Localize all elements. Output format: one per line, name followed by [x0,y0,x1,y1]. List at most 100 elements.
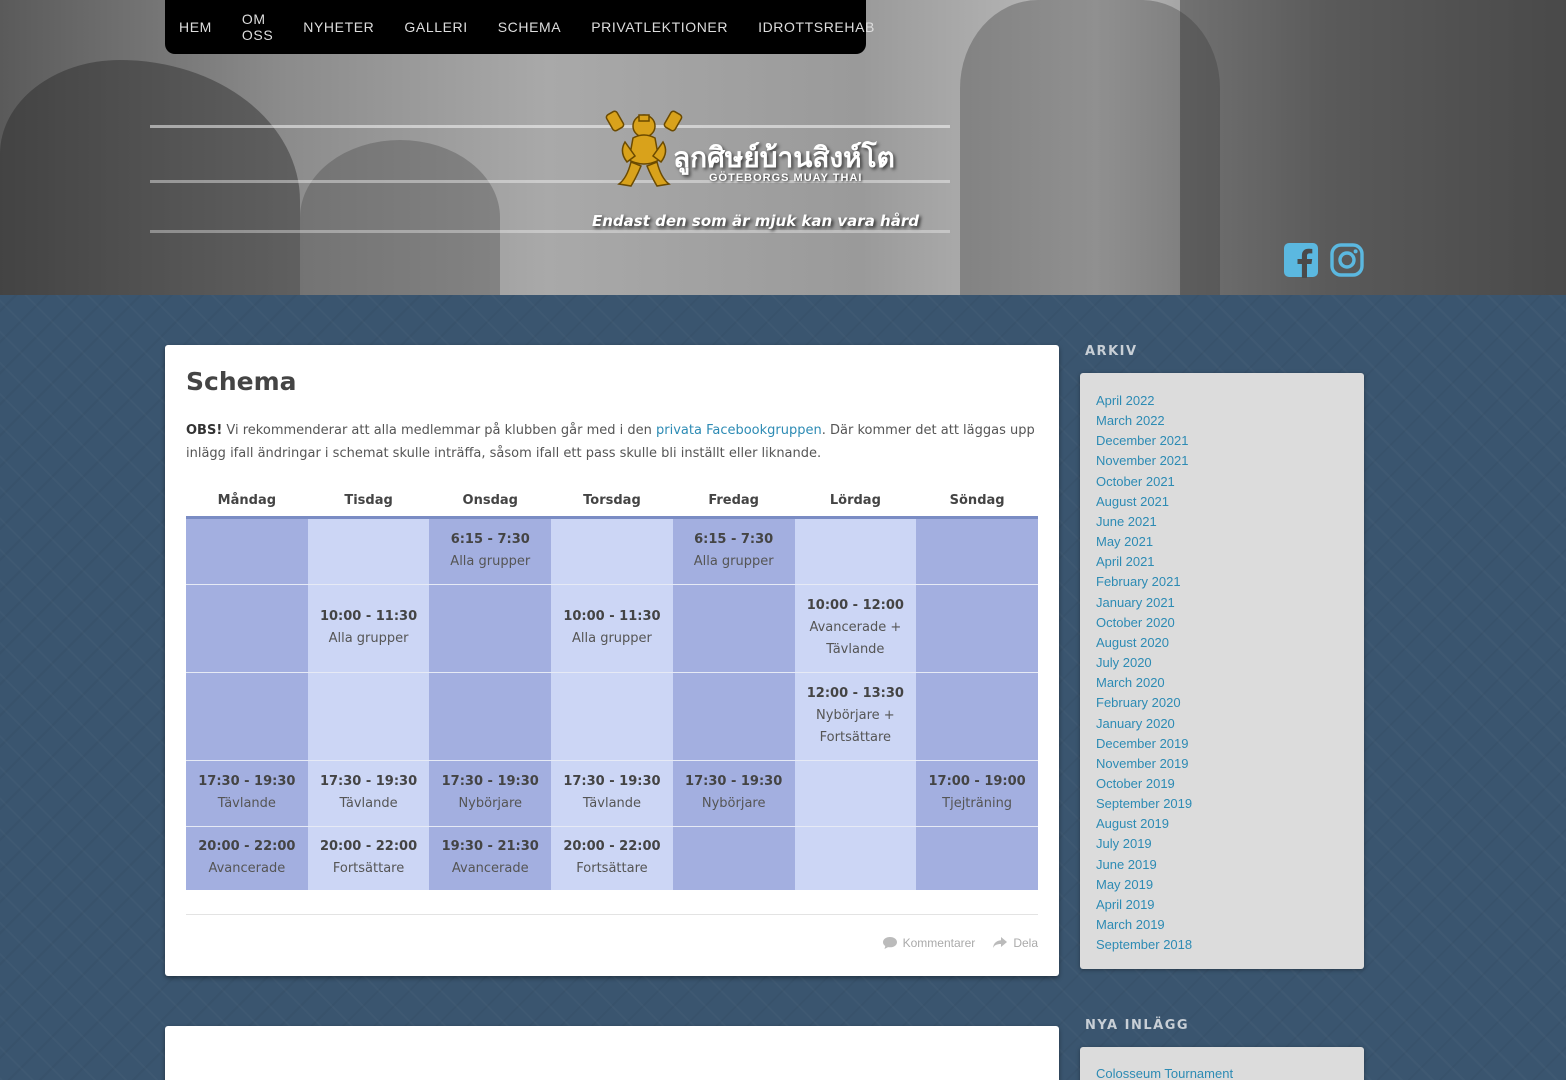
day-header: Torsdag [551,485,673,519]
archive-link[interactable]: February 2021 [1096,574,1181,589]
schedule-row: 10:00 - 11:30 Alla grupper 10:00 - 11:30 Al… [186,583,1038,672]
schedule-cell: 20:00 - 22:00 Fortsättare [551,825,673,890]
schedule-cell [794,825,917,890]
intro-text: OBS! Vi rekommenderar att alla medlemmar… [186,419,1038,465]
class-group: Alla grupper [693,554,774,569]
archive-link[interactable]: August 2019 [1096,816,1169,831]
class-time: 12:00 - 13:30 [806,686,904,701]
schedule-cell: 17:30 - 19:30 Tävlande [307,759,430,826]
archive-link[interactable]: October 2021 [1096,474,1175,489]
archive-link[interactable]: April 2021 [1096,554,1155,569]
facebook-group-link[interactable]: privata Facebookgruppen [656,423,822,438]
archive-item: July 2020 [1096,653,1364,673]
logo-subtitle: GÖTEBORGS MUAY THAI [709,172,863,184]
nav-item-galleri[interactable]: GALLERI [404,19,467,35]
class-group: Nybörjare + Fortsättare [816,708,895,745]
archive-link[interactable]: September 2018 [1096,937,1192,952]
class-group: Nybörjare [458,796,523,811]
day-header: Söndag [916,485,1038,519]
class-group: Fortsättare [576,861,648,877]
archive-item: March 2020 [1096,673,1364,693]
schedule-cell [916,671,1038,760]
share-icon [993,937,1008,948]
nav-item-schema[interactable]: SCHEMA [498,19,562,35]
archive-link[interactable]: March 2022 [1096,413,1165,428]
schedule-cell [186,516,308,584]
schedule-cell [551,516,673,584]
archive-link[interactable]: October 2019 [1096,776,1175,791]
archive-item: February 2021 [1096,572,1364,592]
archive-item: October 2019 [1096,774,1364,794]
archive-link[interactable]: January 2020 [1096,716,1175,731]
archive-link[interactable]: February 2020 [1096,695,1181,710]
archive-link[interactable]: August 2020 [1096,635,1169,650]
schedule-cell: 17:30 - 19:30 Nybörjare [672,759,795,826]
class-time: 10:00 - 11:30 [319,609,418,624]
archive-item: November 2019 [1096,754,1364,774]
class-time: 17:30 - 19:30 [319,774,418,789]
recent-post-link[interactable]: Colosseum Tournament [1096,1066,1233,1080]
schedule-cell: 20:00 - 22:00 Avancerade [186,825,308,890]
archive-link[interactable]: January 2021 [1096,595,1175,610]
archive-item: April 2021 [1096,552,1364,572]
schedule-row: 17:30 - 19:30 Tävlande 17:30 - 19:30 Tävlan… [186,759,1038,826]
archive-link[interactable]: August 2021 [1096,494,1169,509]
archive-link[interactable]: October 2020 [1096,615,1175,630]
facebook-icon[interactable] [1283,242,1319,278]
share-link[interactable]: Dela [993,936,1038,950]
class-time: 17:30 - 19:30 [563,774,661,789]
nav-item-privatlektioner[interactable]: PRIVATLEKTIONER [591,19,728,35]
archive-link[interactable]: December 2021 [1096,433,1189,448]
archive-link[interactable]: April 2019 [1096,897,1155,912]
archive-link[interactable]: May 2019 [1096,877,1153,892]
archive-item: December 2021 [1096,431,1364,451]
schedule-cell: 6:15 - 7:30 Alla grupper [672,516,795,584]
archive-link[interactable]: April 2022 [1096,393,1155,408]
archive-item: April 2022 [1096,391,1364,411]
day-header: Fredag [672,485,795,519]
archive-link[interactable]: November 2021 [1096,453,1189,468]
intro-part-1: Vi rekommenderar att alla medlemmar på k… [222,423,657,438]
recent-posts-list: Colosseum Tournament [1080,1047,1364,1080]
nav-item-hem[interactable]: HEM [179,19,212,35]
archive-item: June 2021 [1096,512,1364,532]
archive-link[interactable]: June 2021 [1096,514,1157,529]
archive-item: August 2019 [1096,814,1364,834]
instagram-icon[interactable] [1329,242,1365,278]
share-label: Dela [1013,936,1038,950]
archive-item: August 2021 [1096,492,1364,512]
schedule-cell: 17:30 - 19:30 Nybörjare [429,759,552,826]
archive-link[interactable]: July 2019 [1096,836,1152,851]
class-group: Tävlande [339,796,398,811]
archive-item: June 2019 [1096,855,1364,875]
schedule-row: 20:00 - 22:00 Avancerade 20:00 - 22:00 Fort… [186,825,1038,890]
archive-link[interactable]: May 2021 [1096,534,1153,549]
archive-link[interactable]: March 2020 [1096,675,1165,690]
class-group: Tävlande [217,796,276,811]
nav-item-om-oss[interactable]: OM OSS [242,11,273,43]
archive-link[interactable]: November 2019 [1096,756,1189,771]
schedule-cell: 12:00 - 13:30 Nybörjare + Fortsättare [794,671,917,760]
schedule-header-row: Måndag Tisdag Onsdag Torsdag Fredag Lörd… [186,485,1038,519]
comments-label: Kommentarer [902,936,976,950]
archive-link[interactable]: March 2019 [1096,917,1165,932]
archive-item: March 2022 [1096,411,1364,431]
next-post-card [165,1026,1059,1080]
nav-item-idrottsrehab[interactable]: IDROTTSREHAB [758,19,875,35]
day-header: Tisdag [307,485,430,519]
schedule-table: Måndag Tisdag Onsdag Torsdag Fredag Lörd… [186,485,1038,890]
class-time: 17:30 - 19:30 [198,774,296,789]
schedule-cell [672,825,795,890]
notice-label: OBS! [186,423,223,438]
comments-link[interactable]: Kommentarer [882,936,976,950]
archive-item: March 2019 [1096,915,1364,935]
schedule-cell [307,516,430,584]
archive-link[interactable]: December 2019 [1096,736,1189,751]
site-logo[interactable]: ลูกศิษย์บ้านสิงห์โต GÖTEBORGS MUAY THAI [605,108,925,193]
schedule-cell [672,583,795,672]
nav-item-nyheter[interactable]: NYHETER [303,19,374,35]
archive-link[interactable]: June 2019 [1096,857,1157,872]
archive-link[interactable]: July 2020 [1096,655,1152,670]
class-group: Alla grupper [328,631,409,646]
archive-link[interactable]: September 2019 [1096,796,1192,811]
